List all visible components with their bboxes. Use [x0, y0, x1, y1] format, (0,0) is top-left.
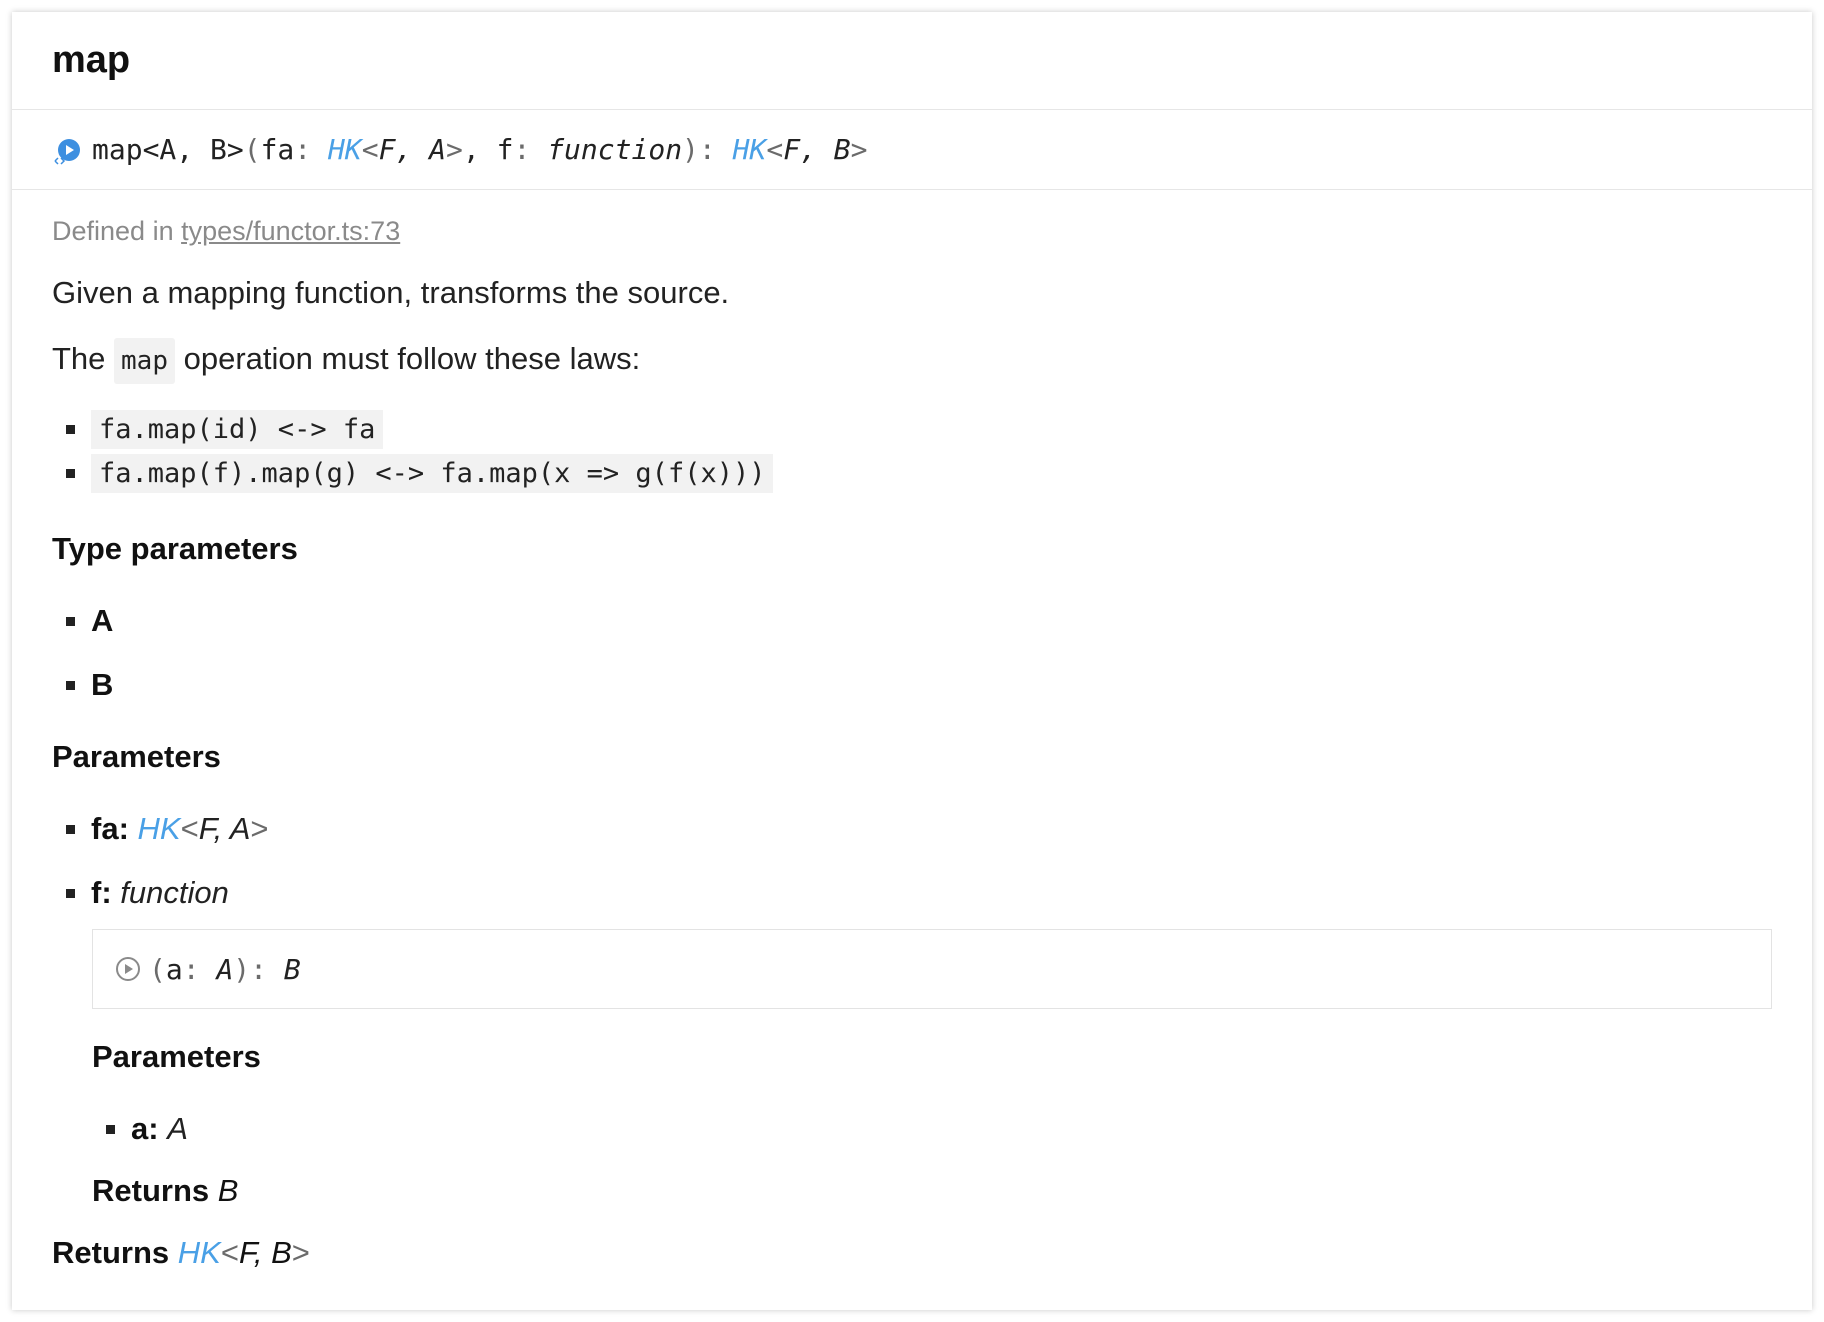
laws-intro-before: The — [52, 341, 115, 376]
type-params-list: A B — [52, 589, 1772, 717]
fn-colon: : — [182, 952, 217, 986]
nested-params-heading: Parameters — [92, 1039, 261, 1074]
source-link[interactable]: types/functor.ts:73 — [181, 216, 400, 246]
defined-in: Defined in types/functor.ts:73 — [52, 216, 1772, 247]
doc-content: Defined in types/functor.ts:73 Given a m… — [12, 190, 1812, 1271]
law-code: fa.map(id) <-> fa — [91, 409, 384, 449]
signature-param-f: f — [496, 133, 514, 166]
list-item: B — [52, 653, 1772, 717]
signature-type-args: F, A — [378, 133, 447, 166]
laws-list: fa.map(id) <-> fa fa.map(f).map(g) <-> f… — [52, 407, 1772, 495]
returns: Returns HK<F, B> — [52, 1235, 1772, 1271]
signature-lt: < — [361, 133, 379, 166]
signature-open: ( — [243, 133, 261, 166]
bullet-icon — [66, 424, 75, 434]
list-item: f: function — [52, 861, 1772, 925]
param-gt: > — [250, 811, 269, 846]
play-circle-icon — [116, 957, 140, 981]
returns-label: Returns — [92, 1173, 210, 1208]
signature-gt: > — [446, 133, 463, 166]
returns-type: B — [217, 1173, 239, 1208]
signature-sep: , — [462, 133, 497, 166]
type-param-name: B — [91, 667, 114, 702]
signature-hk-link[interactable]: HK — [328, 133, 362, 166]
signature-colon: : — [294, 133, 329, 166]
fn-return-type: B — [283, 952, 301, 986]
law-code: fa.map(f).map(g) <-> fa.map(x => g(f(x))… — [91, 453, 774, 493]
list-item: fa: HK < F, A > — [52, 797, 1772, 861]
signature-bar: map<A, B>(fa: HK < F, A >, f: function): HK… — [12, 110, 1812, 190]
type-params-heading: Type parameters — [52, 531, 298, 566]
inline-code-map: map — [114, 338, 175, 384]
method-icon — [54, 138, 80, 165]
nested-returns: Returns B — [92, 1173, 1772, 1209]
returns-lt: < — [220, 1235, 239, 1270]
nested-params-list: a: A — [92, 1097, 1772, 1161]
returns-type-args: F, B — [238, 1235, 292, 1270]
bullet-icon — [106, 1124, 115, 1134]
param-lt: < — [180, 811, 199, 846]
signature-function-type: function — [547, 133, 683, 166]
function-signature-box: (a: A): B — [92, 929, 1772, 1009]
signature-name: map<A, B> — [92, 133, 244, 166]
signature-ret-lt: < — [766, 133, 784, 166]
param-name: fa: — [91, 811, 129, 846]
description: Given a mapping function, transforms the… — [52, 275, 730, 310]
type-param-name: A — [91, 603, 114, 638]
page-title: map — [52, 39, 131, 81]
param-name: a: — [131, 1111, 159, 1146]
nested-function-docs: Parameters a: A Returns B — [92, 1039, 1772, 1209]
signature-param-fa: fa — [260, 133, 295, 166]
bullet-icon — [66, 468, 75, 478]
params-heading: Parameters — [52, 739, 221, 774]
signature-ret-gt: > — [850, 133, 868, 166]
bullet-icon — [66, 616, 75, 626]
param-type-args: F, A — [198, 811, 251, 846]
laws-intro: The map operation must follow these laws… — [52, 338, 1772, 384]
signature-close: ): — [682, 133, 733, 166]
signature-ret-args: F, B — [783, 133, 851, 166]
param-type: A — [167, 1111, 188, 1146]
list-item: fa.map(f).map(g) <-> fa.map(x => g(f(x))… — [52, 451, 1772, 495]
returns-label: Returns — [52, 1235, 170, 1270]
laws-intro-after: operation must follow these laws: — [175, 341, 641, 376]
signature-return-hk-link[interactable]: HK — [733, 133, 767, 166]
fn-param: a — [165, 952, 183, 986]
list-item: a: A — [92, 1097, 1772, 1161]
param-type: function — [120, 875, 229, 910]
fn-open: ( — [149, 952, 166, 986]
bullet-icon — [66, 824, 75, 834]
list-item: fa.map(id) <-> fa — [52, 407, 1772, 451]
returns-gt: > — [291, 1235, 310, 1270]
returns-hk-link[interactable]: HK — [178, 1235, 221, 1270]
title-bar: map — [12, 12, 1812, 110]
defined-prefix: Defined in — [52, 216, 182, 246]
signature-colon-2: : — [513, 133, 548, 166]
param-name: f: — [91, 875, 112, 910]
list-item: A — [52, 589, 1772, 653]
params-list: fa: HK < F, A > f: function — [52, 797, 1772, 925]
fn-param-type: A — [216, 952, 234, 986]
fn-close: ): — [233, 952, 284, 986]
bullet-icon — [66, 680, 75, 690]
param-hk-link[interactable]: HK — [138, 811, 181, 847]
bullet-icon — [66, 888, 75, 898]
doc-panel: map map<A, B>(fa: HK < F, A >, f: function)… — [12, 12, 1812, 1310]
